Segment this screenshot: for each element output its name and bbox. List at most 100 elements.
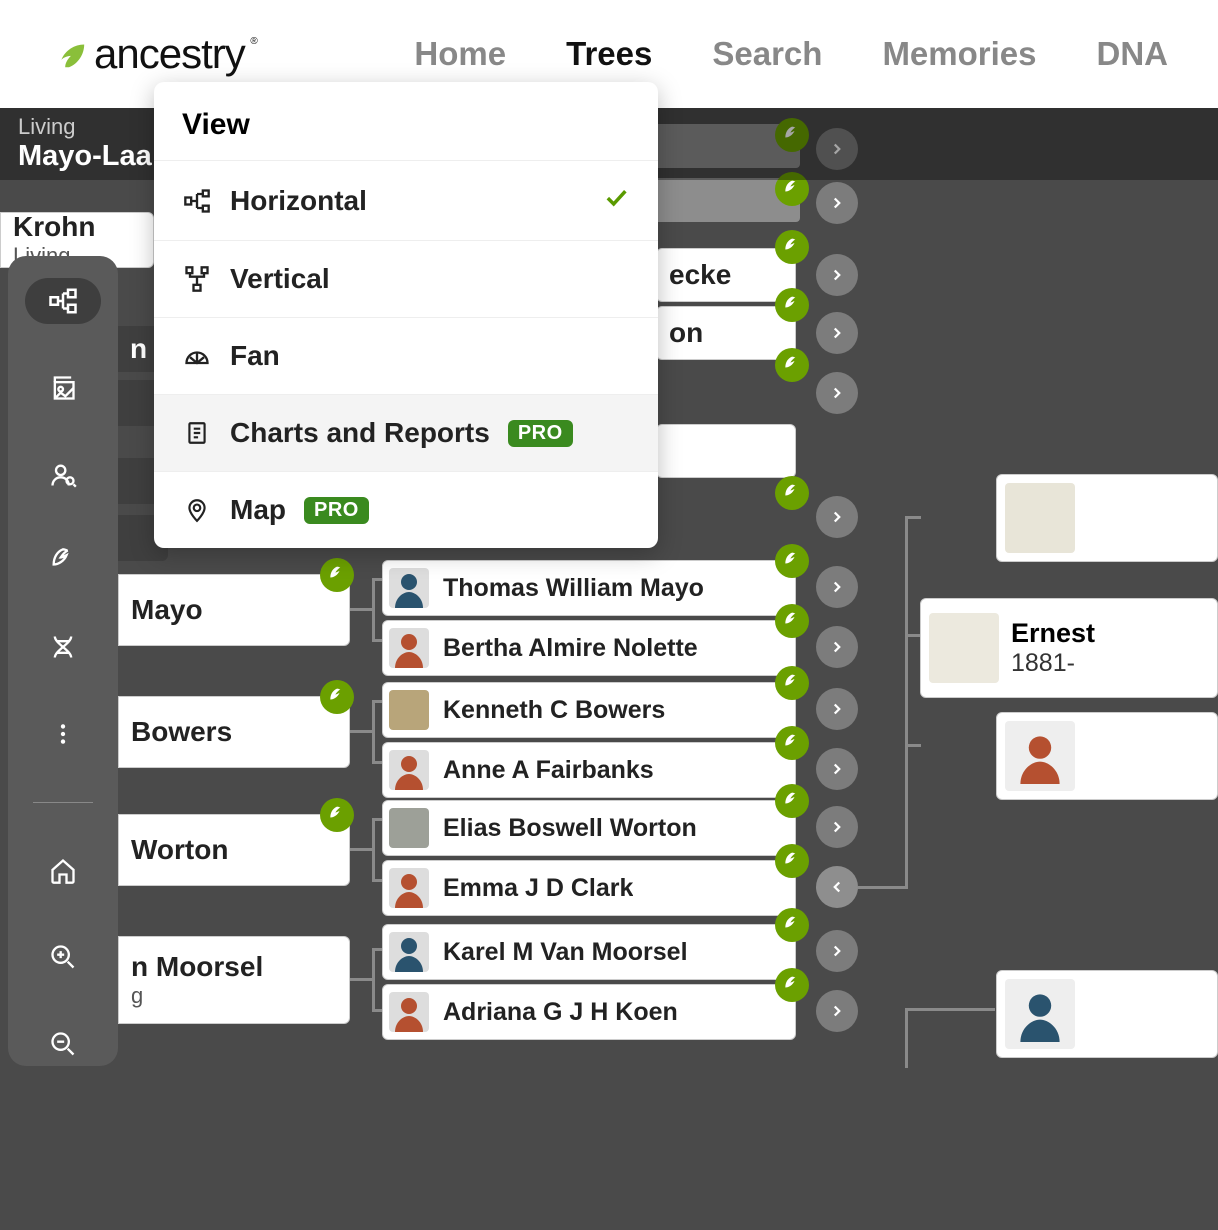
- person-name: Emma J D Clark: [443, 874, 633, 903]
- view-dropdown: View Horizontal Vertical Fan Charts and …: [154, 82, 658, 548]
- leaf-hint-icon[interactable]: [775, 666, 809, 700]
- main-nav: Home Trees Search Memories DNA: [414, 35, 1168, 73]
- person-name: Adriana G J H Koen: [443, 998, 678, 1027]
- person-stub-worton[interactable]: Worton: [118, 814, 350, 886]
- avatar-female-icon: [389, 750, 429, 790]
- avatar-male-icon: [1005, 979, 1075, 1049]
- person-name: Karel M Van Moorsel: [443, 938, 688, 967]
- person-stub[interactable]: [656, 424, 796, 478]
- expand-button[interactable]: [816, 496, 858, 538]
- leaf-hint-icon[interactable]: [775, 230, 809, 264]
- toolbar-divider: [33, 802, 93, 803]
- expand-button[interactable]: [816, 688, 858, 730]
- nav-search[interactable]: Search: [712, 35, 822, 73]
- leaf-hint-icon[interactable]: [775, 908, 809, 942]
- person-card[interactable]: Elias Boswell Worton: [382, 800, 796, 856]
- leaf-hint-icon[interactable]: [320, 558, 354, 592]
- nav-dna[interactable]: DNA: [1097, 35, 1169, 73]
- expand-button[interactable]: [816, 312, 858, 354]
- pro-badge: PRO: [508, 420, 573, 447]
- avatar-male-icon: [389, 568, 429, 608]
- expand-button[interactable]: [816, 182, 858, 224]
- checkmark-icon: [602, 183, 630, 218]
- person-name: Thomas William Mayo: [443, 574, 704, 603]
- expand-button[interactable]: [816, 806, 858, 848]
- nav-trees[interactable]: Trees: [566, 35, 652, 73]
- collapse-button[interactable]: [816, 866, 858, 908]
- nav-memories[interactable]: Memories: [882, 35, 1036, 73]
- person-name: Ernest: [1011, 618, 1095, 649]
- person-card[interactable]: Bertha Almire Nolette: [382, 620, 796, 676]
- leaf-hint-icon[interactable]: [775, 348, 809, 382]
- media-gallery-button[interactable]: [36, 366, 90, 410]
- person-dates: 1881-: [1011, 649, 1095, 678]
- person-name: Bertha Almire Nolette: [443, 634, 698, 663]
- person-card[interactable]: Emma J D Clark: [382, 860, 796, 916]
- view-option-horizontal[interactable]: Horizontal: [154, 160, 658, 240]
- leaf-hint-icon[interactable]: [775, 604, 809, 638]
- leaf-hint-icon[interactable]: [775, 726, 809, 760]
- nav-home[interactable]: Home: [414, 35, 506, 73]
- expand-button[interactable]: [816, 626, 858, 668]
- tree-vertical-icon: [182, 265, 212, 293]
- dropdown-item-label: Horizontal: [230, 185, 367, 217]
- home-person-button[interactable]: [36, 849, 90, 893]
- view-option-fan[interactable]: Fan: [154, 317, 658, 394]
- leaf-hint-icon[interactable]: [775, 844, 809, 878]
- view-option-map[interactable]: Map PRO: [154, 471, 658, 548]
- person-card[interactable]: Karel M Van Moorsel: [382, 924, 796, 980]
- person-card-distant[interactable]: [996, 970, 1218, 1058]
- leaf-hint-icon[interactable]: [775, 476, 809, 510]
- brand-name: ancestry: [94, 30, 245, 78]
- person-name: Anne A Fairbanks: [443, 756, 654, 785]
- find-person-button[interactable]: [36, 452, 90, 496]
- expand-button[interactable]: [816, 254, 858, 296]
- zoom-in-button[interactable]: [36, 935, 90, 979]
- avatar-photo: [389, 690, 429, 730]
- person-card-distant[interactable]: [996, 474, 1218, 562]
- person-stub[interactable]: ecke: [656, 248, 796, 302]
- brand-logo[interactable]: ancestry: [50, 30, 245, 78]
- avatar-female-icon: [1005, 721, 1075, 791]
- view-option-charts-reports[interactable]: Charts and Reports PRO: [154, 394, 658, 471]
- document-thumbnail: [1005, 483, 1075, 553]
- avatar-female-icon: [389, 868, 429, 908]
- dropdown-item-label: Vertical: [230, 263, 330, 295]
- document-thumbnail: [929, 613, 999, 683]
- leaf-hint-icon[interactable]: [320, 798, 354, 832]
- view-option-vertical[interactable]: Vertical: [154, 240, 658, 317]
- expand-button[interactable]: [816, 566, 858, 608]
- hints-button[interactable]: [36, 539, 90, 583]
- leaf-hint-icon[interactable]: [775, 544, 809, 578]
- view-tree-button[interactable]: [25, 278, 101, 324]
- person-card[interactable]: Kenneth C Bowers: [382, 682, 796, 738]
- avatar-female-icon: [389, 628, 429, 668]
- avatar-male-icon: [389, 932, 429, 972]
- person-card-ernest[interactable]: Ernest 1881-: [920, 598, 1218, 698]
- person-card[interactable]: Adriana G J H Koen: [382, 984, 796, 1040]
- expand-button[interactable]: [816, 372, 858, 414]
- avatar-female-icon: [389, 992, 429, 1032]
- person-card-distant[interactable]: [996, 712, 1218, 800]
- expand-button[interactable]: [816, 748, 858, 790]
- avatar-photo: [389, 808, 429, 848]
- person-card[interactable]: Thomas William Mayo: [382, 560, 796, 616]
- more-options-button[interactable]: [36, 712, 90, 756]
- dropdown-item-label: Map: [230, 494, 286, 526]
- zoom-out-button[interactable]: [36, 1022, 90, 1066]
- person-stub-bowers[interactable]: Bowers: [118, 696, 350, 768]
- person-stub[interactable]: on: [656, 306, 796, 360]
- leaf-hint-icon[interactable]: [775, 288, 809, 322]
- expand-button[interactable]: [816, 990, 858, 1032]
- dna-matches-button[interactable]: [36, 625, 90, 669]
- person-card[interactable]: Anne A Fairbanks: [382, 742, 796, 798]
- tree-toolbar: [8, 256, 118, 1066]
- leaf-hint-icon[interactable]: [775, 784, 809, 818]
- leaf-hint-icon[interactable]: [320, 680, 354, 714]
- person-name: Elias Boswell Worton: [443, 814, 697, 843]
- leaf-hint-icon[interactable]: [775, 968, 809, 1002]
- tree-horizontal-icon: [182, 187, 212, 215]
- expand-button[interactable]: [816, 930, 858, 972]
- person-stub-mayo[interactable]: Mayo: [118, 574, 350, 646]
- person-stub-vanmoorsel[interactable]: n Moorsel g: [118, 936, 350, 1024]
